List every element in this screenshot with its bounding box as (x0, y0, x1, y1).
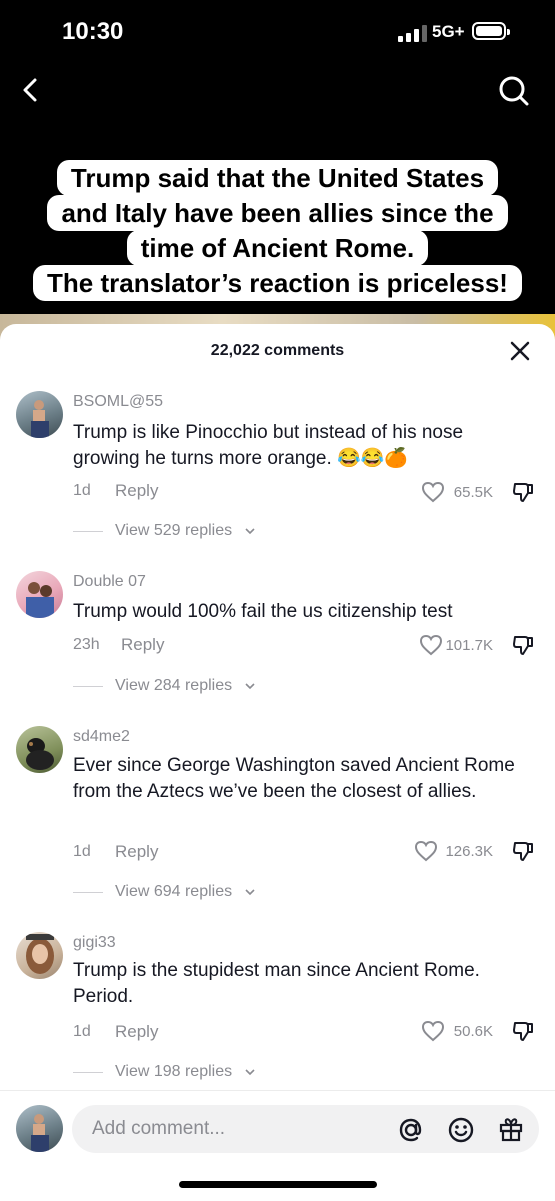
comment-item: gigi33 Trump is the stupidest man since … (0, 931, 555, 1086)
emoji-icon[interactable] (447, 1116, 475, 1144)
battery-icon (472, 22, 510, 40)
search-icon[interactable] (494, 72, 534, 110)
view-replies-label: View 529 replies (115, 522, 233, 539)
dislike-icon[interactable] (511, 480, 535, 504)
comment-item: Double 07 Trump would 100% fail the us c… (0, 570, 555, 710)
avatar[interactable] (16, 932, 63, 979)
heart-icon[interactable] (421, 481, 445, 503)
like-count: 65.5K (453, 484, 493, 501)
chevron-down-icon (245, 528, 255, 535)
dislike-icon[interactable] (511, 839, 535, 863)
comment-username[interactable]: sd4me2 (73, 728, 130, 746)
status-bar: 10:30 5G+ (0, 0, 555, 64)
comments-count: 22,022 comments (210, 342, 345, 359)
comment-age: 23h (73, 636, 100, 653)
reply-button[interactable]: Reply (115, 481, 158, 501)
dislike-icon[interactable] (511, 633, 535, 657)
caption-line-3: time of Ancient Rome. (0, 230, 555, 266)
comment-text: Trump is the stupidest man since Ancient… (73, 960, 480, 1007)
network-label: 5G+ (432, 22, 465, 41)
home-indicator (179, 1181, 377, 1188)
status-time: 10:30 (62, 18, 124, 45)
like-count: 101.7K (445, 637, 493, 654)
view-replies-label: View 198 replies (115, 1063, 233, 1080)
view-replies-button[interactable]: View 694 replies (73, 883, 256, 901)
chevron-down-icon (245, 889, 255, 896)
comment-text: Trump would 100% fail the us citizenship… (73, 601, 453, 622)
avatar[interactable] (16, 726, 63, 773)
comment-age: 1d (73, 1023, 91, 1040)
dislike-icon[interactable] (511, 1019, 535, 1043)
my-avatar (16, 1105, 63, 1152)
view-replies-label: View 284 replies (115, 677, 233, 694)
reply-button[interactable]: Reply (115, 1022, 158, 1042)
comment-username[interactable]: Double 07 (73, 573, 146, 591)
comment-username[interactable]: BSOML@55 (73, 393, 163, 411)
view-replies-label: View 694 replies (115, 883, 233, 900)
reply-button[interactable]: Reply (121, 635, 164, 655)
heart-icon[interactable] (414, 840, 438, 862)
view-replies-button[interactable]: View 284 replies (73, 677, 256, 695)
avatar[interactable] (16, 571, 63, 618)
signal-icon (398, 24, 427, 42)
comment-input-placeholder: Add comment... (92, 1118, 226, 1139)
comment-text: Ever since George Washington saved Ancie… (73, 755, 515, 802)
view-replies-button[interactable]: View 198 replies (73, 1063, 256, 1081)
avatar[interactable] (16, 391, 63, 438)
gift-icon[interactable] (497, 1115, 525, 1143)
comment-age: 1d (73, 482, 91, 499)
close-icon[interactable] (507, 338, 533, 364)
comment-item: sd4me2 Ever since George Washington save… (0, 725, 555, 905)
comment-text: Trump is like Pinocchio but instead of h… (73, 422, 464, 469)
like-count: 50.6K (453, 1023, 493, 1040)
comment-input[interactable]: Add comment... (72, 1105, 539, 1153)
comment-age: 1d (73, 843, 91, 860)
like-count: 126.3K (445, 843, 493, 860)
at-icon[interactable] (397, 1116, 425, 1144)
comment-username[interactable]: gigi33 (73, 934, 116, 952)
caption-line-4: The translator’s reaction is priceless! (0, 265, 555, 301)
heart-icon[interactable] (419, 634, 443, 656)
back-icon[interactable] (14, 72, 48, 108)
heart-icon[interactable] (421, 1020, 445, 1042)
caption-line-2: and Italy have been allies since the (0, 195, 555, 231)
chevron-down-icon (245, 683, 255, 690)
chevron-down-icon (245, 1069, 255, 1076)
caption-line-1: Trump said that the United States (0, 160, 555, 196)
view-replies-button[interactable]: View 529 replies (73, 522, 256, 540)
reply-button[interactable]: Reply (115, 842, 158, 862)
comment-item: BSOML@55 Trump is like Pinocchio but ins… (0, 390, 555, 550)
